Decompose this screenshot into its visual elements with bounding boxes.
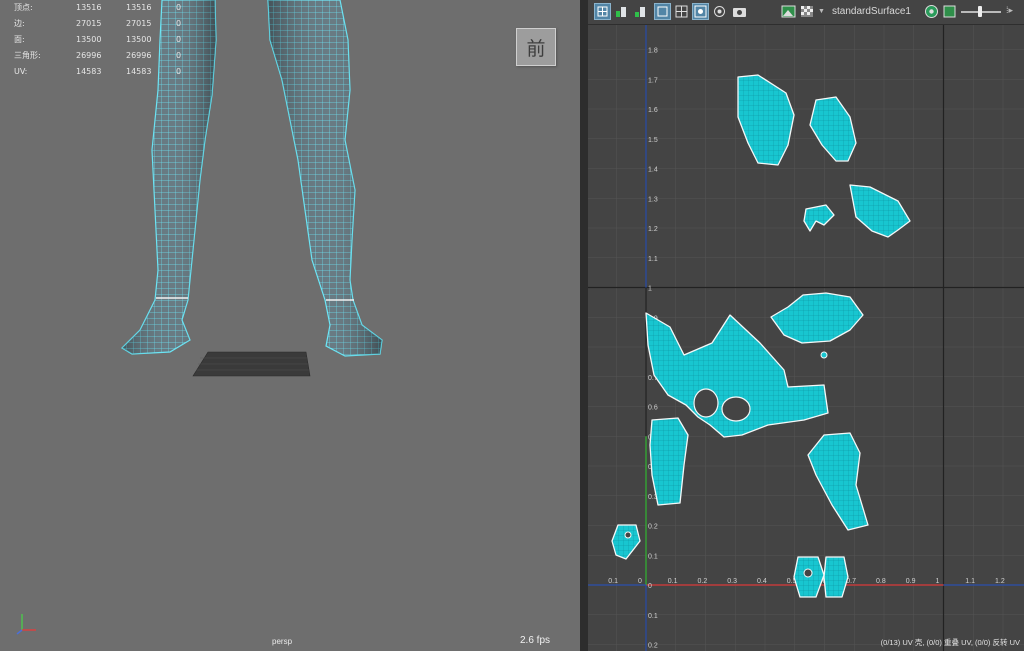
hud-v1: 14583 [76, 66, 102, 76]
hud-v3: 0 [176, 34, 182, 44]
perspective-viewport[interactable]: 顶点: 13516 13516 0 边: 27015 27015 0 面: 13500 13500 0… [0, 0, 580, 651]
uv-shell-arm-left [649, 417, 689, 506]
shader-name[interactable]: standardSurface1 [832, 6, 911, 17]
poly-count-hud: 顶点: 13516 13516 0 边: 27015 27015 0 面: 13500 13500 0… [14, 0, 181, 79]
uv-shell-hole [803, 568, 813, 578]
hud-v2: 26996 [126, 50, 152, 60]
hud-v3: 0 [176, 66, 182, 76]
x-tick-label: 0.4 [757, 578, 767, 585]
hud-v3: 0 [176, 50, 182, 60]
hud-row: 面: 13500 13500 0 [14, 32, 181, 48]
exposure-slider-handle[interactable] [978, 6, 982, 17]
y-tick-label: 0 [648, 583, 652, 590]
uv-shell-hand-2 [849, 184, 911, 238]
mesh-view[interactable] [0, 0, 580, 651]
x-tick-label: 0.9 [906, 578, 916, 585]
hud-row: 顶点: 13516 13516 0 [14, 0, 181, 16]
image-icon[interactable] [780, 3, 797, 20]
hud-label: 三角形: [14, 50, 41, 60]
y-tick-label: 1.2 [648, 226, 658, 233]
uv-shell-head [770, 292, 864, 344]
hud-row: UV: 14583 14583 0 [14, 63, 181, 79]
x-tick-label: 0.8 [876, 578, 886, 585]
y-tick-label: 1 [648, 286, 652, 293]
y-tick-label: 0.1 [648, 613, 658, 620]
x-tick-label: 0 [638, 578, 642, 585]
hud-v1: 26996 [76, 50, 102, 60]
x-tick-label: 0.2 [698, 578, 708, 585]
hud-label: 顶点: [14, 3, 33, 13]
uv-shell-upper-2 [809, 96, 857, 162]
x-tick-label: 0.3 [727, 578, 737, 585]
uv-shell-hole [721, 396, 751, 422]
distortion-icon[interactable] [711, 3, 728, 20]
x-tick-label: 1 [936, 578, 940, 585]
hud-row: 边: 27015 27015 0 [14, 16, 181, 32]
isolate-icon[interactable] [613, 3, 630, 20]
y-tick-label: 1.7 [648, 77, 658, 84]
hud-v1: 27015 [76, 19, 102, 29]
hud-v1: 13516 [76, 3, 102, 13]
camera-label: persp [272, 637, 293, 646]
uv-shell-small [820, 351, 828, 359]
uv-shell-hand-1 [803, 204, 835, 232]
uv-editor[interactable]: ▼ standardSurface1 ⁞▸ 0.2 0.1 0 0.1 0.2 0.3 0.… [588, 0, 1024, 651]
snapshot-icon[interactable] [731, 3, 748, 20]
axis-gizmo-icon [16, 614, 36, 635]
x-tick-label: 0.1 [668, 578, 678, 585]
uv-shell-hole [624, 531, 632, 539]
hud-v2: 27015 [126, 19, 152, 29]
checker-pattern-icon[interactable] [799, 3, 816, 20]
y-tick-label: 0.2 [648, 524, 658, 531]
panel-splitter[interactable] [580, 0, 588, 651]
uv-shell-foot-2 [823, 556, 849, 598]
uv-grid-canvas[interactable]: 0.20.100.10.20.30.40.50.60.70.80.911.11.… [588, 25, 1024, 651]
uv-shell-hole [693, 388, 719, 418]
x-tick-label: 1.2 [995, 578, 1005, 585]
hud-row: 三角形: 26996 26996 0 [14, 47, 181, 63]
hud-v1: 13500 [76, 34, 102, 44]
hud-label: UV: [14, 66, 28, 76]
color-shells-icon[interactable] [632, 3, 649, 20]
uv-shell-arm-right [807, 432, 869, 531]
uv-shell-upper-1 [737, 74, 795, 166]
hud-v3: 0 [176, 19, 182, 29]
toolbar-overflow-icon[interactable]: ⁞▸ [1006, 5, 1013, 16]
y-tick-label: 1.5 [648, 137, 658, 144]
exposure-icon[interactable] [941, 3, 958, 20]
view-cube[interactable]: 前 [516, 28, 556, 66]
x-tick-label: 1.1 [965, 578, 975, 585]
checker-icon[interactable] [673, 3, 690, 20]
y-tick-label: 1.6 [648, 107, 658, 114]
uv-grid-icon[interactable] [594, 3, 611, 20]
uv-toolbar: ▼ standardSurface1 ⁞▸ [588, 0, 1024, 25]
hud-label: 面: [14, 34, 25, 44]
shaded-uv-icon[interactable] [692, 3, 709, 20]
hud-label: 边: [14, 19, 25, 29]
hud-v3: 0 [176, 3, 182, 13]
shader-icon[interactable] [923, 3, 940, 20]
fps-readout: 2.6 fps [520, 635, 551, 646]
uv-shell-foot-small [611, 524, 641, 560]
uv-status-bar: (0/13) UV 壳, (0/0) 重叠 UV, (0/0) 反转 UV [880, 638, 1020, 647]
y-tick-label: 1.3 [648, 196, 658, 203]
hud-v2: 13516 [126, 3, 152, 13]
display-icon[interactable] [654, 3, 671, 20]
hud-v2: 14583 [126, 66, 152, 76]
x-tick-label: 0.1 [608, 578, 618, 585]
chevron-down-icon[interactable]: ▼ [818, 8, 825, 15]
y-tick-label: 0.1 [648, 553, 658, 560]
y-tick-label: 0.2 [648, 643, 658, 650]
y-tick-label: 1.8 [648, 48, 658, 55]
y-tick-label: 1.1 [648, 256, 658, 263]
y-tick-label: 1.4 [648, 167, 658, 174]
right-leg-mesh [267, 0, 383, 357]
hud-v2: 13500 [126, 34, 152, 44]
y-tick-label: 0.6 [648, 405, 658, 412]
